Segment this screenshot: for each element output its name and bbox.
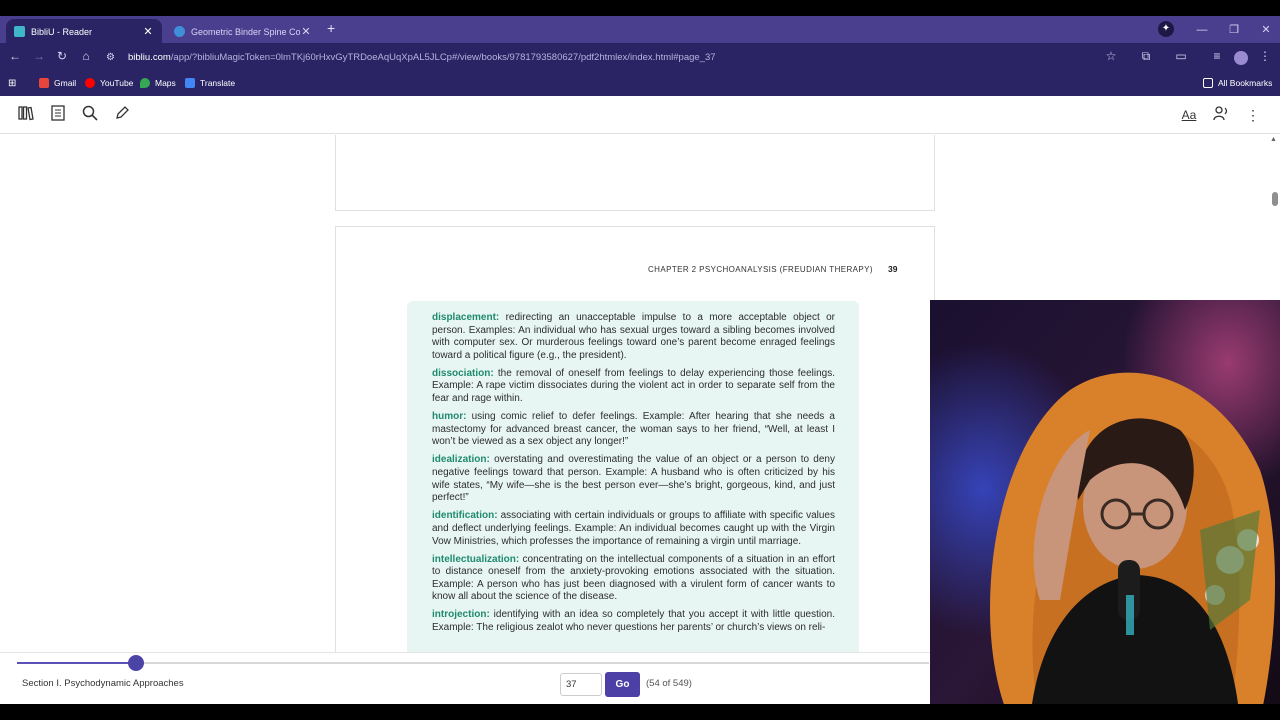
tab-bibliu-reader[interactable]: BibliU - Reader ✕ [6,19,162,44]
tab-strip: BibliU - Reader ✕ Geometric Binder Spine… [0,16,1280,44]
highlighter-pen-icon[interactable] [112,105,132,125]
media-controls-icon[interactable]: ≡ [1208,49,1226,63]
previous-page [335,135,935,211]
reader-toolbar: Aa ⋮ [0,96,1280,134]
gmail-icon [39,78,49,88]
window-controls: — ❐ ✕ [1186,16,1280,43]
browser-window: BibliU - Reader ✕ Geometric Binder Spine… [0,0,1280,720]
definition-text: overstating and overestimating the value… [432,454,835,504]
page-count: (54 of 549) [646,678,692,689]
bibliu-favicon-icon [14,26,25,37]
close-window-icon[interactable]: ✕ [1250,23,1280,36]
table-of-contents-icon[interactable] [48,105,68,125]
close-icon[interactable]: ✕ [300,25,312,38]
youtube-icon [85,78,95,88]
definition-term: identification: [432,510,498,522]
profile-avatar[interactable] [1234,51,1248,65]
section-title: Section I. Psychodynamic Approaches [22,678,184,689]
progress-handle[interactable] [127,655,144,671]
address-bar-row: ← → ↻ ⌂ ⚙ bibliu.com/app/?bibliuMagicTok… [0,43,1280,72]
site-info-icon[interactable]: ⚙ [106,52,120,63]
site-favicon-icon [174,26,185,37]
all-bookmarks[interactable]: All Bookmarks [1203,78,1272,88]
text-settings-aa-icon[interactable]: Aa [1179,105,1199,125]
reload-icon[interactable]: ↻ [53,49,71,63]
bookmark-youtube[interactable]: YouTube [85,78,133,88]
bookmark-translate[interactable]: Translate [185,78,235,88]
tab-title: Geometric Binder Spine Cover [191,26,300,37]
definition-entry: introjection: identifying with an idea s… [432,609,835,634]
folder-icon [1203,78,1213,88]
definition-entry: idealization: overstating and overestima… [432,454,835,504]
definition-text: using comic relief to defer feelings. Ex… [432,411,835,448]
translate-icon [185,78,195,88]
bookmark-gmail[interactable]: Gmail [39,78,76,88]
url-path: /app/?bibliuMagicToken=0lmTKj60rHxvGyTRD… [170,52,716,63]
more-options-icon[interactable]: ⋮ [1243,105,1263,125]
bookmark-label: Maps [155,78,176,88]
definition-list: displacement: redirecting an unacceptabl… [432,312,835,640]
maps-icon [140,78,150,88]
bookmark-maps[interactable]: Maps [140,78,176,88]
close-icon[interactable]: ✕ [142,25,154,38]
scrollbar-thumb[interactable] [1272,192,1278,206]
tab-geometric-binder[interactable]: Geometric Binder Spine Cover ✕ [166,19,320,44]
back-arrow-icon[interactable]: ← [6,49,24,63]
bookmark-label: Gmail [54,78,77,88]
bookmark-star-icon[interactable]: ☆ [1102,49,1120,63]
definition-term: displacement: [432,312,500,323]
go-button[interactable]: Go [605,672,640,697]
scroll-up-arrow-icon[interactable]: ▲ [1270,136,1277,143]
page-number: 39 [888,264,898,274]
url-host: bibliu.com [128,52,171,63]
definition-term: dissociation: [432,367,494,379]
tab-title: BibliU - Reader [31,26,93,37]
progress-track[interactable] [17,662,929,664]
definition-term: idealization: [432,454,490,466]
search-icon[interactable] [80,105,100,125]
definition-entry: identification: associating with certain… [432,510,835,548]
bookmarks-bar: ⊞ Gmail YouTube Maps Translate All Bookm… [0,72,1280,96]
restore-icon[interactable]: ❐ [1218,23,1250,36]
read-aloud-icon[interactable] [1211,105,1231,125]
definition-entry: intellectualization: concentrating on th… [432,554,835,604]
book-page: CHAPTER 2 PSYCHOANALYSIS (FREUDIAN THERA… [335,226,935,655]
definition-term: introjection: [432,609,490,621]
running-head: CHAPTER 2 PSYCHOANALYSIS (FREUDIAN THERA… [648,265,873,274]
definition-entry: humor: using comic relief to defer feeli… [432,411,835,449]
bookmark-label: Translate [200,78,236,88]
gemini-icon[interactable]: ✦ [1158,21,1174,37]
all-bookmarks-label: All Bookmarks [1218,78,1273,88]
webcam-overlay [930,300,1280,720]
definition-text: identifying with an idea so completely t… [432,609,835,634]
minimize-icon[interactable]: — [1186,24,1218,36]
screen-bottom-edge [0,704,1280,720]
chrome-menu-icon[interactable]: ⋮ [1256,49,1274,63]
cast-icon[interactable]: ▭ [1172,49,1190,63]
apps-grid-icon[interactable]: ⊞ [8,78,16,89]
forward-arrow-icon[interactable]: → [30,49,48,63]
webcam-person-image [930,300,1280,720]
url-field[interactable]: ⚙ bibliu.com/app/?bibliuMagicToken=0lmTK… [106,46,1096,69]
definition-entry: displacement: redirecting an unacceptabl… [432,312,835,362]
library-icon[interactable] [16,105,36,125]
bookmark-label: YouTube [100,78,134,88]
definition-term: intellectualization: [432,553,520,565]
progress-fill [17,662,136,664]
definition-entry: dissociation: the removal of oneself fro… [432,368,835,406]
extensions-icon[interactable]: ⧉ [1137,49,1155,64]
definition-term: humor: [432,411,467,423]
home-icon[interactable]: ⌂ [77,49,95,63]
new-tab-plus-icon[interactable]: + [327,20,335,36]
page-number-input[interactable] [560,673,602,696]
